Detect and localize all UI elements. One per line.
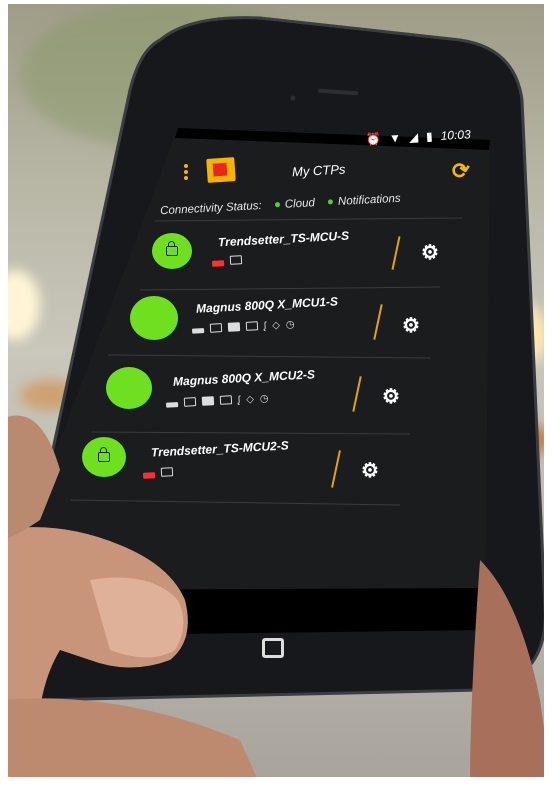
hand xyxy=(0,415,552,785)
